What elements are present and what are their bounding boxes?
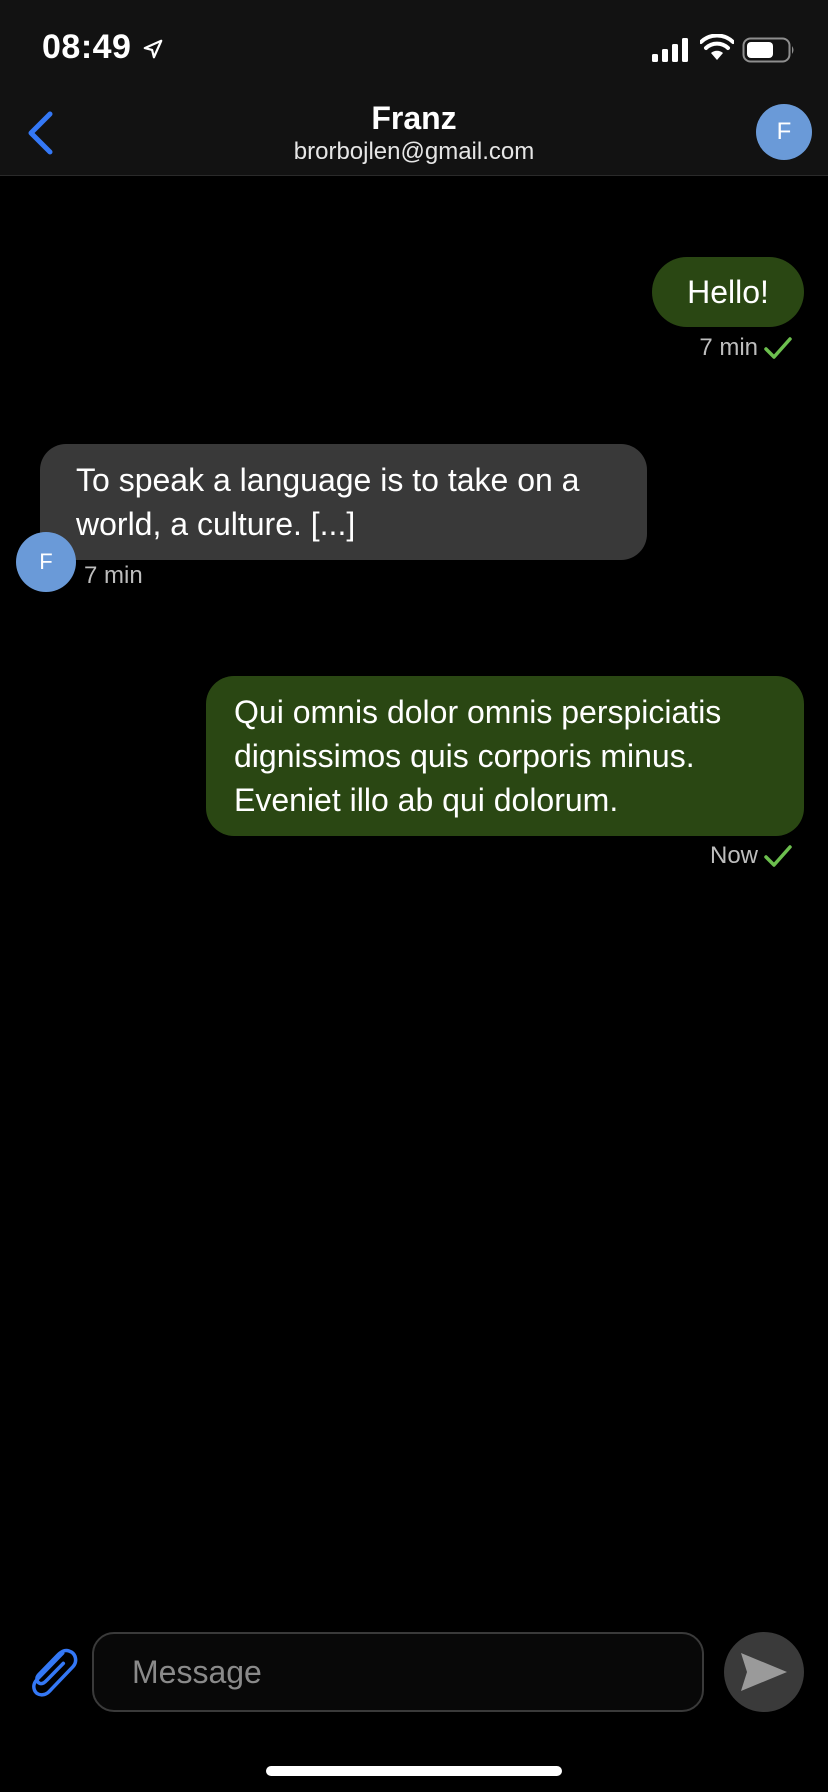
send-button[interactable] (724, 1632, 804, 1712)
message-meta: 7 min (699, 334, 792, 362)
send-icon (741, 1653, 787, 1691)
message-text: To speak a language is to take on a worl… (76, 462, 580, 542)
paperclip-icon (32, 1648, 78, 1697)
home-indicator (266, 1766, 562, 1776)
check-icon (764, 337, 792, 359)
wifi-icon (700, 34, 734, 60)
attach-button[interactable] (26, 1640, 80, 1704)
cellular-signal-icon (652, 38, 688, 62)
status-bar: 08:49 (0, 0, 828, 100)
contact-name: Franz (371, 100, 457, 136)
sender-avatar[interactable]: F (16, 532, 76, 592)
message-bubble-outgoing[interactable]: Qui omnis dolor omnis perspiciatis digni… (206, 676, 804, 836)
message-text: Hello! (687, 274, 769, 310)
location-arrow-icon (143, 39, 163, 59)
chat-screen: 08:49 Franz brorbojlen@gmail.com F Hello… (0, 0, 828, 1792)
message-bubble-outgoing[interactable]: Hello! (652, 257, 804, 327)
contact-email: brorbojlen@gmail.com (293, 138, 535, 165)
battery-icon (742, 37, 794, 63)
message-time: Now (709, 842, 758, 869)
message-bubble-incoming[interactable]: To speak a language is to take on a worl… (40, 444, 647, 560)
status-time: 08:49 (42, 28, 132, 66)
chat-header: Franz brorbojlen@gmail.com F (0, 100, 828, 176)
message-text: Qui omnis dolor omnis perspiciatis digni… (234, 694, 722, 818)
message-time: 7 min (84, 562, 143, 589)
message-input[interactable] (92, 1632, 704, 1712)
contact-avatar[interactable]: F (756, 104, 812, 160)
check-icon (764, 845, 792, 867)
message-time: 7 min (699, 334, 758, 361)
message-meta: Now (710, 842, 792, 870)
